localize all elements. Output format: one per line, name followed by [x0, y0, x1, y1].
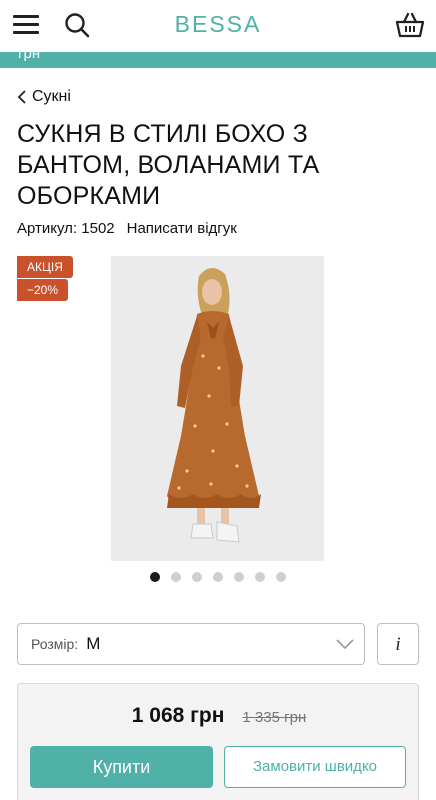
sale-badge: АКЦІЯ	[17, 256, 73, 278]
purchase-box: 1 068 грн 1 335 грн Купити Замовити швид…	[17, 683, 419, 800]
dress-model-illustration	[111, 256, 324, 561]
old-price: 1 335 грн	[242, 709, 307, 726]
product-sku: Артикул: 1502	[17, 220, 115, 237]
gallery-dot[interactable]	[276, 572, 286, 582]
gallery-dot[interactable]	[255, 572, 265, 582]
site-header: BESSA	[0, 0, 436, 52]
gallery-dot[interactable]	[150, 572, 160, 582]
breadcrumb-label: Сукні	[32, 88, 71, 105]
current-price: 1 068 грн	[131, 704, 225, 727]
gallery-pagination	[0, 572, 436, 582]
chevron-left-icon	[17, 90, 26, 104]
price-row: 1 068 грн 1 335 грн	[18, 704, 420, 728]
write-review-link[interactable]: Написати відгук	[127, 220, 237, 237]
size-info-button[interactable]: i	[377, 623, 419, 665]
product-meta: Артикул: 1502 Написати відгук	[17, 220, 237, 237]
breadcrumb[interactable]: Сукні	[17, 88, 71, 106]
product-image[interactable]	[111, 256, 324, 561]
buy-button[interactable]: Купити	[30, 746, 213, 788]
discount-badge: −20%	[17, 279, 69, 301]
size-select[interactable]: Розмір: M	[17, 623, 365, 665]
promo-text: грн	[18, 52, 41, 62]
promo-banner[interactable]: грн	[0, 52, 436, 68]
product-title: СУКНЯ В СТИЛІ БОХО З БАНТОМ, ВОЛАНАМИ ТА…	[17, 120, 320, 210]
quick-order-button[interactable]: Замовити швидко	[224, 746, 406, 788]
site-logo[interactable]: BESSA	[0, 11, 436, 38]
gallery-dot[interactable]	[234, 572, 244, 582]
cart-basket-icon[interactable]	[395, 11, 425, 39]
chevron-down-icon	[336, 639, 354, 650]
gallery-dot[interactable]	[213, 572, 223, 582]
size-value: M	[86, 634, 101, 653]
gallery-dot[interactable]	[192, 572, 202, 582]
size-label: Розмір:	[31, 636, 79, 652]
gallery-dot[interactable]	[171, 572, 181, 582]
